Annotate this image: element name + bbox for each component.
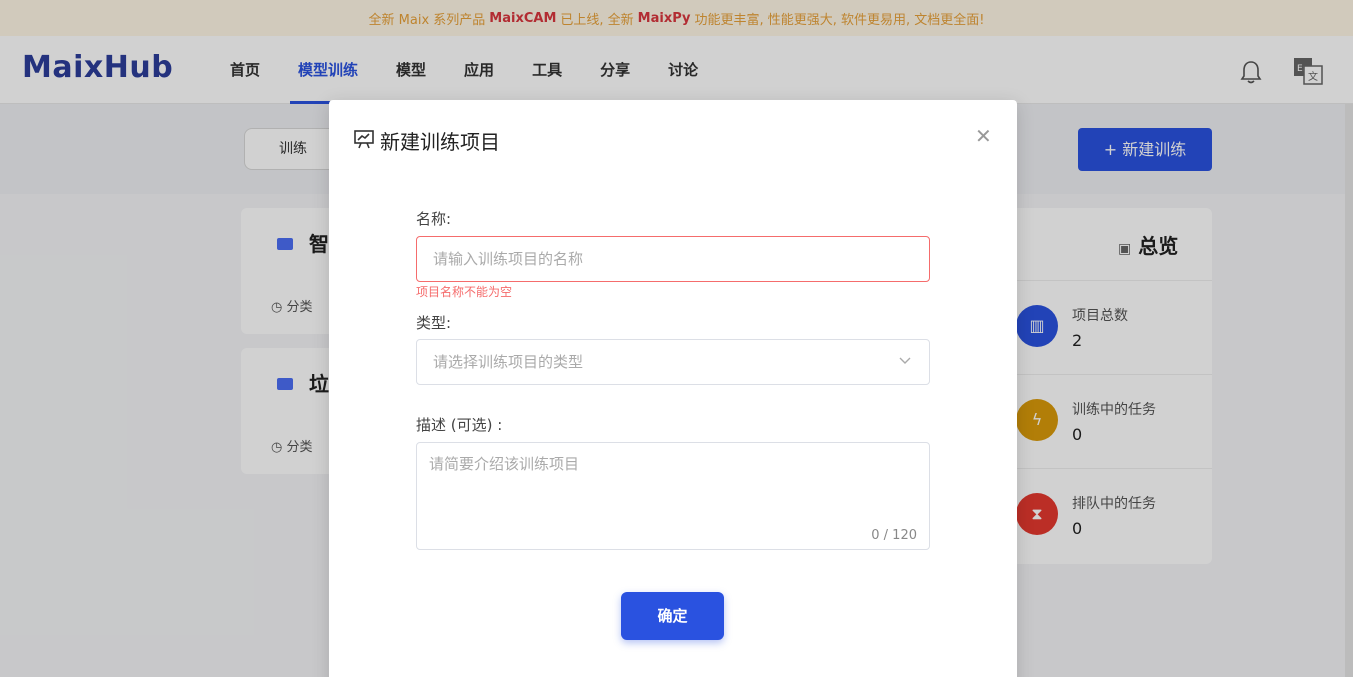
type-label: 类型: (416, 314, 452, 332)
description-textarea[interactable]: 请简要介绍该训练项目 0 / 120 (416, 442, 930, 550)
description-label: 描述 (可选) : (416, 416, 503, 434)
description-counter: 0 / 120 (871, 528, 917, 543)
name-error-message: 项目名称不能为空 (416, 285, 513, 299)
project-type-select[interactable]: 请选择训练项目的类型 (416, 339, 930, 385)
confirm-button[interactable]: 确定 (621, 592, 724, 640)
presentation-chart-icon (354, 130, 374, 149)
close-icon[interactable]: ✕ (975, 124, 992, 148)
dialog-title: 新建训练项目 (380, 130, 500, 154)
description-placeholder: 请简要介绍该训练项目 (429, 455, 580, 473)
project-name-input[interactable]: 请输入训练项目的名称 (416, 236, 930, 282)
name-placeholder: 请输入训练项目的名称 (433, 250, 584, 268)
chevron-down-icon (899, 357, 911, 364)
name-label: 名称: (416, 210, 452, 228)
new-project-dialog: 新建训练项目 ✕ 名称: 请输入训练项目的名称 项目名称不能为空 类型: 请选择… (329, 100, 1017, 677)
type-placeholder: 请选择训练项目的类型 (433, 353, 584, 371)
